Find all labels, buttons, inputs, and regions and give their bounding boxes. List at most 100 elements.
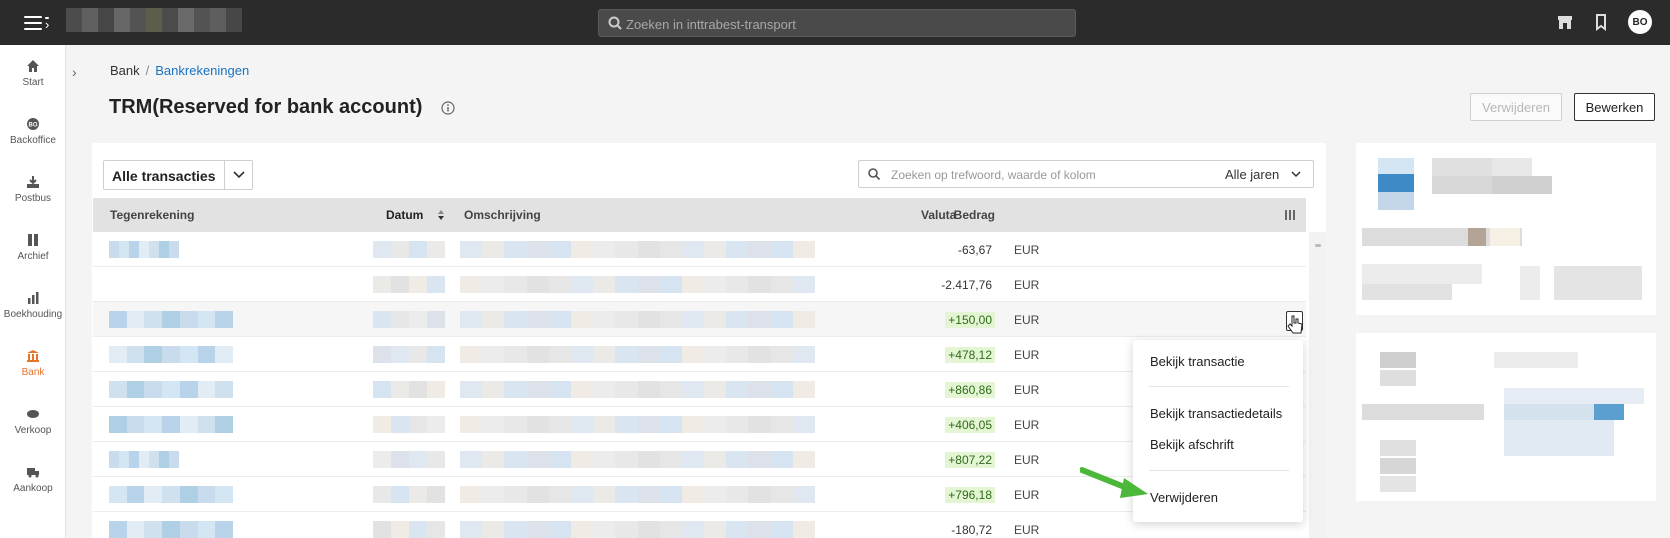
transaction-currency: EUR (1014, 418, 1040, 432)
sidebar-item-label: Boekhouding (3, 309, 63, 320)
top-bar: › Zoeken in inttrabest-transport BO (0, 0, 1670, 45)
column-omschrijving[interactable]: Omschrijving (464, 208, 541, 222)
sidebar-item-label: Archief (17, 251, 49, 262)
column-tegenrekening[interactable]: Tegenrekening (110, 208, 194, 222)
transaction-amount: +860,86 (945, 382, 995, 398)
redacted-description (460, 311, 815, 328)
transaction-currency: EUR (1014, 453, 1040, 467)
user-avatar[interactable]: BO (1628, 10, 1652, 34)
redacted-description (460, 416, 815, 433)
redacted-account-info (1380, 440, 1416, 456)
transaction-amount: -2.417,76 (941, 278, 992, 292)
column-datum[interactable]: Datum (386, 208, 423, 222)
redacted-account-info (1432, 158, 1492, 176)
redacted-description (460, 381, 815, 398)
transaction-amount: +406,05 (945, 417, 995, 433)
truck-icon (27, 468, 39, 478)
breadcrumb-separator: / (145, 63, 150, 78)
redacted-account-info (1380, 458, 1416, 474)
delete-account-button[interactable]: Verwijderen (1470, 93, 1562, 121)
year-filter-select[interactable]: Alle jaren (1225, 167, 1279, 182)
sidebar-item-boekhouding[interactable]: Boekhouding (0, 277, 66, 335)
bookmark-icon[interactable] (1592, 13, 1610, 31)
transaction-filter-select[interactable]: Alle transacties (103, 160, 253, 190)
archive-icon (28, 234, 38, 246)
store-icon[interactable] (1556, 13, 1574, 31)
redacted-account-info (1380, 476, 1416, 492)
row-context-menu: Bekijk transactie Bekijk transactiedetai… (1133, 340, 1303, 522)
redacted-date (373, 381, 445, 398)
transaction-amount: +478,12 (945, 347, 995, 363)
redacted-account-info (1494, 352, 1578, 368)
redacted-account-info (1362, 284, 1452, 300)
transaction-amount: +796,18 (945, 487, 995, 503)
redacted-counter-account (109, 311, 234, 328)
redacted-counter-account (109, 451, 179, 468)
scrollbar-thumb[interactable] (1315, 244, 1321, 247)
redacted-date (373, 346, 445, 363)
transaction-currency: EUR (1014, 313, 1040, 327)
redacted-description (460, 241, 815, 258)
menu-toggle-icon[interactable]: › (24, 13, 50, 33)
sidebar-item-bank[interactable]: Bank (0, 335, 66, 393)
table-row[interactable]: +478,12 EUR (93, 337, 1306, 372)
sidebar-item-verkoop[interactable]: Verkoop (0, 393, 66, 451)
breadcrumb-bankrekeningen[interactable]: Bankrekeningen (155, 63, 249, 78)
transaction-currency: EUR (1014, 488, 1040, 502)
menu-item-view-statement[interactable]: Bekijk afschrift (1150, 437, 1234, 452)
chevron-down-icon[interactable] (1290, 168, 1302, 180)
sidebar-item-backoffice[interactable]: BO Backoffice (0, 103, 66, 161)
transaction-currency: EUR (1014, 523, 1040, 537)
table-row[interactable]: -2.417,76 EUR (93, 267, 1306, 302)
redacted-counter-account (109, 416, 234, 433)
column-valuta[interactable]: Valuta (921, 208, 956, 222)
edit-account-button[interactable]: Bewerken (1574, 93, 1655, 121)
redacted-account-info (1378, 158, 1414, 174)
transaction-currency: EUR (1014, 278, 1040, 292)
global-search-input[interactable]: Zoeken in inttrabest-transport (598, 9, 1076, 37)
redacted-description (460, 276, 815, 293)
sidebar-item-archief[interactable]: Archief (0, 219, 66, 277)
sidebar-item-label: Postbus (14, 193, 52, 204)
global-search-placeholder: Zoeken in inttrabest-transport (626, 17, 796, 32)
table-row[interactable]: +150,00 EUR (93, 302, 1306, 337)
handshake-icon (27, 410, 39, 418)
redacted-date (373, 241, 445, 258)
transaction-search-input[interactable]: Zoeken op trefwoord, waarde of kolom All… (858, 160, 1314, 188)
redacted-account-info (1362, 404, 1484, 420)
table-row[interactable]: -63,67 EUR (93, 232, 1306, 267)
menu-item-view-transaction[interactable]: Bekijk transactie (1150, 354, 1245, 369)
redacted-account-info (1380, 352, 1416, 368)
svg-text:BO: BO (29, 123, 38, 129)
search-icon (608, 16, 622, 30)
redacted-date (373, 486, 445, 503)
redacted-account-info (1468, 228, 1486, 246)
column-settings-icon[interactable] (1283, 208, 1297, 222)
breadcrumb-bank[interactable]: Bank (110, 63, 140, 78)
info-icon[interactable] (441, 101, 455, 115)
bar-chart-icon (28, 292, 39, 304)
green-arrow-annotation (1080, 467, 1148, 498)
transaction-currency: EUR (1014, 348, 1040, 362)
redacted-account-info (1492, 176, 1552, 194)
sort-icon[interactable] (438, 210, 444, 220)
sidebar-item-label: Verkoop (14, 425, 52, 436)
sidebar-item-aankoop[interactable]: Aankoop (0, 451, 66, 509)
sidebar-item-start[interactable]: Start (0, 45, 66, 103)
menu-item-delete[interactable]: Verwijderen (1150, 490, 1218, 505)
chevron-down-icon[interactable] (232, 167, 246, 181)
table-row[interactable]: +406,05 EUR (93, 407, 1306, 442)
table-scrollbar[interactable] (1309, 232, 1326, 538)
sidebar-item-postbus[interactable]: Postbus (0, 161, 66, 219)
menu-item-view-transaction-details[interactable]: Bekijk transactiedetails (1150, 406, 1282, 421)
table-row[interactable]: -180,72 EUR (93, 512, 1306, 538)
transaction-amount: -180,72 (951, 523, 992, 537)
expand-panel-chevron-icon[interactable]: › (72, 64, 77, 80)
redacted-description (460, 346, 815, 363)
redacted-account-info (1378, 174, 1414, 192)
table-row[interactable]: +860,86 EUR (93, 372, 1306, 407)
redacted-date (373, 276, 445, 293)
backoffice-icon: BO (27, 118, 39, 130)
sidebar-item-label: Aankoop (13, 483, 53, 494)
search-icon (868, 168, 881, 181)
